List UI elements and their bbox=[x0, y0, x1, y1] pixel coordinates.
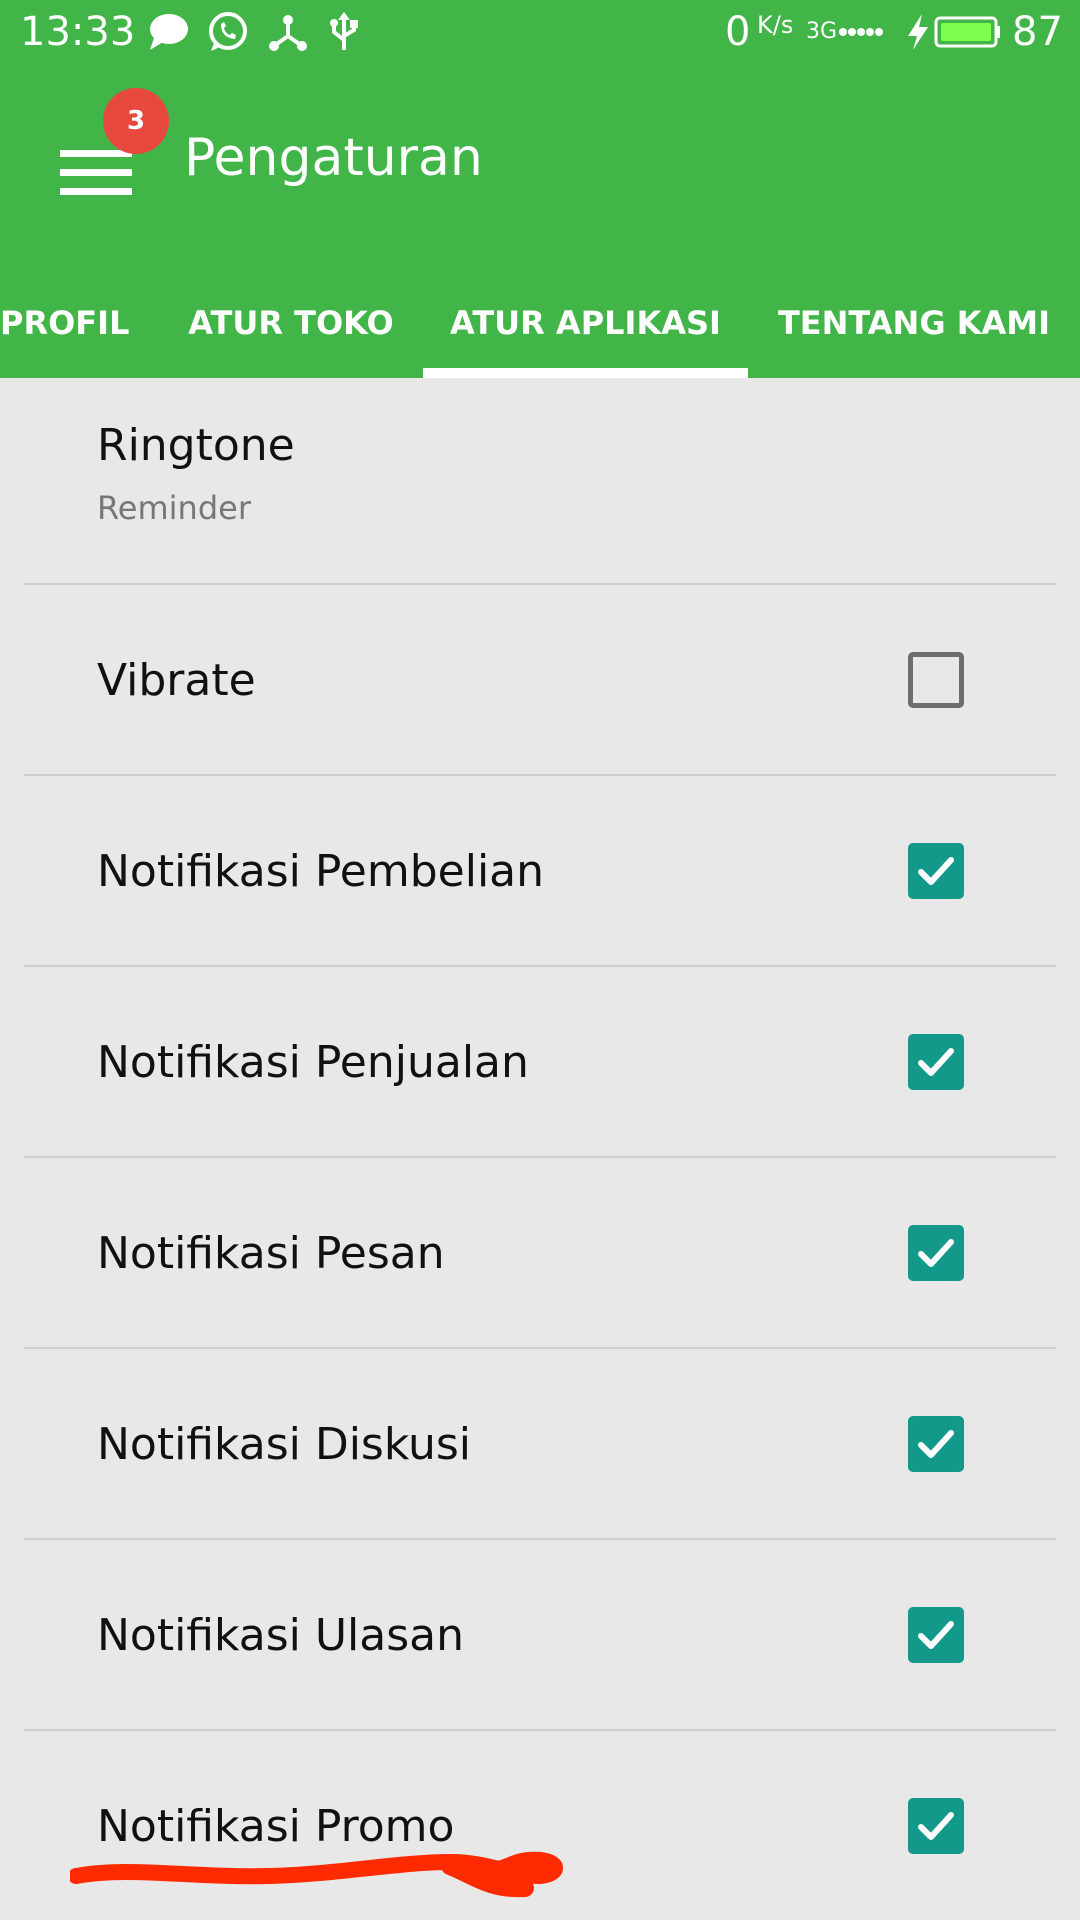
setting-title: Notifikasi Pesan bbox=[97, 1228, 445, 1279]
battery-level: 87 bbox=[1012, 9, 1063, 55]
tab-tentang-kami[interactable]: TENTANG KAMI bbox=[768, 280, 1060, 378]
tab-profil[interactable]: PROFIL bbox=[0, 280, 129, 378]
setting-summary: Reminder bbox=[97, 489, 251, 527]
tab-atur-aplikasi[interactable]: ATUR APLIKASI bbox=[423, 280, 748, 378]
net-speed: 0 bbox=[725, 9, 751, 55]
setting-title: Notifikasi Ulasan bbox=[97, 1610, 464, 1661]
penjualan-checkbox[interactable] bbox=[908, 1034, 964, 1090]
setting-title: Ringtone bbox=[97, 420, 295, 471]
app-bar: 3 Pengaturan PROFIL ATUR TOKO ATUR APLIK… bbox=[0, 66, 1080, 378]
red-underline-annotation bbox=[70, 1851, 563, 1898]
ulasan-checkbox[interactable] bbox=[908, 1607, 964, 1663]
checkmark-icon bbox=[918, 857, 954, 885]
signal-dots-icon bbox=[839, 28, 883, 36]
checkmark-icon bbox=[918, 1239, 954, 1267]
net-unit: K/s bbox=[757, 11, 794, 39]
vibrate-checkbox[interactable] bbox=[908, 652, 964, 708]
tab-bar: PROFIL ATUR TOKO ATUR APLIKASI TENTANG K… bbox=[0, 280, 1080, 378]
net-type: 3G bbox=[806, 19, 838, 44]
pesan-checkbox[interactable] bbox=[908, 1225, 964, 1281]
setting-title: Vibrate bbox=[97, 655, 256, 706]
diskusi-checkbox[interactable] bbox=[908, 1416, 964, 1472]
setting-notifikasi-penjualan[interactable]: Notifikasi Penjualan bbox=[0, 967, 1080, 1158]
setting-ringtone[interactable]: Ringtone Reminder bbox=[0, 378, 1080, 585]
notification-badge: 3 bbox=[103, 88, 169, 154]
setting-notifikasi-pesan[interactable]: Notifikasi Pesan bbox=[0, 1158, 1080, 1349]
setting-title: Notifikasi Pembelian bbox=[97, 846, 545, 897]
checkmark-icon bbox=[918, 1048, 954, 1076]
status-bar: 13:33 0 K/s 3G 87 bbox=[0, 0, 1080, 66]
setting-notifikasi-diskusi[interactable]: Notifikasi Diskusi bbox=[0, 1349, 1080, 1540]
battery-icon bbox=[934, 16, 1000, 48]
setting-title: Notifikasi Diskusi bbox=[97, 1419, 472, 1470]
screen: 13:33 0 K/s 3G 87 3 Pengaturan PROFIL AT… bbox=[0, 0, 1080, 1920]
page-title: Pengaturan bbox=[184, 128, 483, 188]
promo-checkbox[interactable] bbox=[908, 1798, 964, 1854]
status-time: 13:33 bbox=[20, 9, 136, 55]
checkmark-icon bbox=[918, 1812, 954, 1840]
setting-notifikasi-ulasan[interactable]: Notifikasi Ulasan bbox=[0, 1540, 1080, 1731]
setting-vibrate[interactable]: Vibrate bbox=[0, 585, 1080, 776]
checkmark-icon bbox=[918, 1621, 954, 1649]
setting-notifikasi-pembelian[interactable]: Notifikasi Pembelian bbox=[0, 776, 1080, 967]
chat-bubble-icon bbox=[150, 14, 188, 50]
pembelian-checkbox[interactable] bbox=[908, 843, 964, 899]
whatsapp-icon bbox=[209, 12, 247, 51]
usb-icon bbox=[330, 12, 358, 50]
tab-atur-toko[interactable]: ATUR TOKO bbox=[160, 280, 422, 378]
setting-title: Notifikasi Penjualan bbox=[97, 1037, 529, 1088]
share-icon bbox=[269, 15, 307, 51]
checkmark-icon bbox=[918, 1430, 954, 1458]
